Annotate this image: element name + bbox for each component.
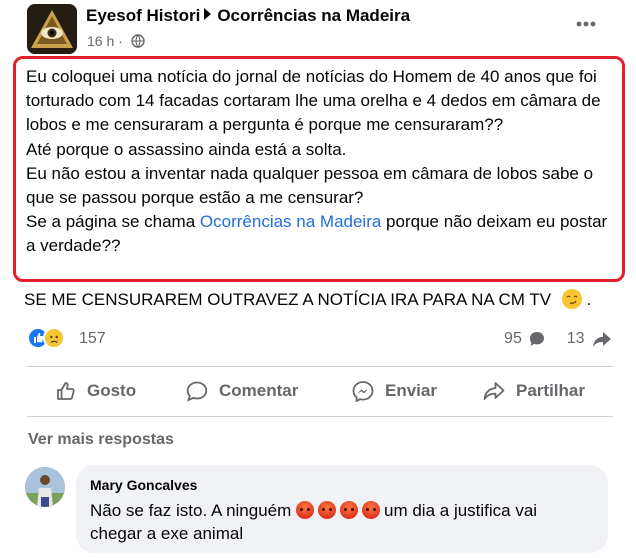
angry-emoji-icon	[318, 501, 337, 519]
like-label: Gosto	[87, 381, 137, 400]
comment-text: Não se faz isto. A ninguém um dia a just…	[90, 499, 590, 545]
angry-emoji-icon	[340, 501, 359, 519]
like-button[interactable]: Gosto	[55, 369, 136, 413]
sad-reaction-icon	[43, 327, 65, 349]
comment-bubble-icon	[530, 332, 545, 346]
divider	[27, 416, 613, 417]
share-button[interactable]: Partilhar	[482, 369, 585, 413]
send-label: Enviar	[385, 381, 437, 400]
post-meta: 16 h ·	[87, 33, 145, 49]
divider	[27, 366, 613, 367]
post-paragraph: Eu coloquei uma notícia do jornal de not…	[26, 67, 601, 135]
comment-button[interactable]: Comentar	[185, 369, 298, 413]
thumbs-up-icon	[57, 382, 75, 400]
post-footer-text: SE ME CENSURAREM OUTRAVEZ A NOTÍCIA IRA …	[24, 289, 591, 310]
commenter-avatar[interactable]	[25, 467, 65, 507]
globe-icon	[131, 34, 145, 48]
caret-right-icon	[204, 8, 212, 20]
comment-bubble: Mary Goncalves Não se faz isto. A ningué…	[76, 465, 608, 553]
profile-photo-icon	[25, 467, 65, 507]
post-paragraph: Se a página se chama Ocorrências na Made…	[26, 210, 616, 258]
more-options-button[interactable]	[568, 10, 604, 38]
post-text-segment: SE ME CENSURAREM OUTRAVEZ A NOTÍCIA IRA …	[24, 290, 552, 309]
angry-emoji-icon	[362, 501, 381, 519]
post-author-line: Eyesof Histori Ocorrências na Madeira	[86, 6, 410, 26]
comment-icon	[186, 381, 208, 402]
post-time[interactable]: 16 h ·	[87, 33, 123, 49]
share-icon	[483, 382, 505, 400]
share-label: Partilhar	[516, 381, 585, 400]
eye-of-providence-icon	[27, 4, 77, 54]
reaction-count: 157	[79, 330, 106, 347]
post-header: Eyesof Histori Ocorrências na Madeira 16 …	[0, 0, 636, 62]
post-text-segment: Se a página se chama	[26, 212, 200, 232]
post-text-segment: .	[581, 290, 592, 309]
comment-count[interactable]: 95	[504, 330, 522, 348]
post-paragraph: Até porque o assassino ainda está a solt…	[26, 139, 347, 159]
comment-text-segment: Não se faz isto. A ninguém	[90, 501, 297, 520]
smirk-emoji-icon	[561, 289, 582, 309]
send-button[interactable]: Enviar	[351, 369, 437, 413]
post-body: Eu coloquei uma notícia do jornal de not…	[26, 65, 616, 259]
messenger-icon	[352, 381, 374, 402]
share-count[interactable]: 13	[567, 330, 585, 348]
highlight-box: Eu coloquei uma notícia do jornal de not…	[13, 56, 625, 282]
more-dots-icon	[576, 21, 596, 27]
post-paragraph: Eu não estou a inventar nada qualquer pe…	[26, 163, 594, 208]
share-arrow-icon	[593, 332, 611, 347]
view-more-replies[interactable]: Ver mais respostas	[28, 431, 174, 449]
author-name[interactable]: Eyesof Histori	[86, 6, 200, 25]
post-actions: Gosto Comentar Enviar Partilhar	[27, 369, 613, 413]
page-avatar[interactable]	[27, 4, 77, 54]
engagement-counts: 95 13	[504, 330, 612, 348]
angry-emoji-icon	[296, 501, 315, 519]
group-name[interactable]: Ocorrências na Madeira	[217, 6, 410, 25]
comment-label: Comentar	[219, 381, 299, 400]
commenter-name[interactable]: Mary Goncalves	[90, 477, 197, 493]
group-link[interactable]: Ocorrências na Madeira	[200, 212, 381, 231]
